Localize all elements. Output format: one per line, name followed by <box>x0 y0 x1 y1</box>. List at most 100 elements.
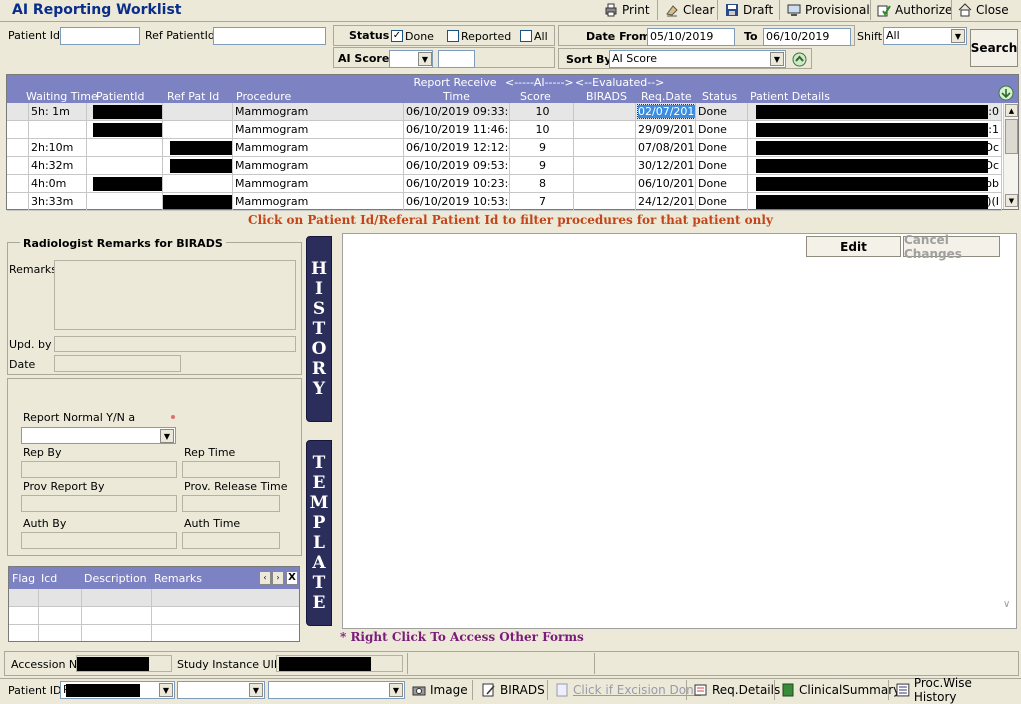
row-selector <box>7 121 29 139</box>
col-waiting-time[interactable]: Waiting Time <box>26 90 98 103</box>
sort-direction-icon[interactable] <box>792 52 807 67</box>
prov-report-by-field <box>21 495 177 512</box>
table-row[interactable]: 4h:0m Mammogram 06/10/2019 10:23:49 8 06/10/… <box>7 175 1002 193</box>
col-ref-pat-id[interactable]: Ref Pat Id <box>167 90 219 103</box>
tab-template[interactable]: TEMPLATE <box>306 440 332 626</box>
ai-score-input[interactable] <box>438 50 475 68</box>
cell-patient-details: S)(I <box>748 193 1002 211</box>
close-button[interactable]: Close <box>954 0 1013 20</box>
upd-by-label: Upd. by <box>9 338 52 351</box>
print-button[interactable]: Print <box>600 0 654 20</box>
chevron-down-icon[interactable]: ▼ <box>418 52 432 66</box>
close-icon[interactable]: X <box>286 571 298 585</box>
clinical-summary-label: ClinicalSummary <box>799 683 901 697</box>
cell-score-text: 10 <box>535 123 550 136</box>
cell-ref-pat-id[interactable] <box>163 121 233 139</box>
authorize-icon <box>877 5 891 17</box>
icd-row[interactable] <box>9 589 299 607</box>
image-button[interactable]: Image <box>408 680 472 700</box>
provisional-button[interactable]: Provisional <box>783 0 874 20</box>
date-from-input[interactable]: 05/10/2019 <box>647 28 735 46</box>
prev-icon[interactable]: ‹ <box>259 571 271 585</box>
chevron-down-icon[interactable]: ▼ <box>389 683 403 697</box>
cell-procedure-text: Mammogram <box>235 195 309 208</box>
scroll-up-icon[interactable]: ▲ <box>1005 104 1018 117</box>
cell-ref-pat-id[interactable] <box>163 175 233 193</box>
cell-ref-pat-id[interactable] <box>163 139 233 157</box>
row-selector <box>7 103 29 121</box>
proc-history-label: Proc.Wise History <box>913 676 972 704</box>
col-score[interactable]: Score <box>520 90 551 103</box>
cell-ref-pat-id[interactable] <box>163 103 233 121</box>
col-patient-details[interactable]: Patient Details <box>750 90 830 103</box>
status-reported-checkbox[interactable] <box>447 30 459 42</box>
cell-patient-id[interactable] <box>87 175 163 193</box>
col-birads[interactable]: BIRADS <box>586 90 627 103</box>
table-row[interactable]: 5h: 1m Mammogram 06/10/2019 09:33:16 10 02/0… <box>7 103 1002 121</box>
col-procedure[interactable]: Procedure <box>236 90 291 103</box>
date-label: Date <box>9 358 36 371</box>
req-details-button[interactable]: Req.Details <box>690 680 784 700</box>
cell-patient-id[interactable] <box>87 121 163 139</box>
excision-button[interactable]: Click if Excision Done <box>551 680 705 700</box>
cell-patient-id[interactable] <box>87 139 163 157</box>
authorize-button[interactable]: Authorize <box>873 0 956 20</box>
table-row[interactable]: Mammogram 06/10/2019 11:46:33 10 29/09/2019… <box>7 121 1002 139</box>
status-all-checkbox[interactable] <box>520 30 532 42</box>
required-marker <box>171 415 175 419</box>
col-status[interactable]: Status <box>702 90 737 103</box>
clinical-summary-button[interactable]: ClinicalSummary <box>777 680 904 700</box>
table-row[interactable]: 4h:32m Mammogram 06/10/2019 09:53:23 9 30/12… <box>7 157 1002 175</box>
date-to-input[interactable]: 06/10/2019 <box>763 28 851 46</box>
remarks-textarea[interactable] <box>54 260 296 330</box>
icd-row[interactable] <box>9 607 299 625</box>
draft-button[interactable]: Draft <box>721 0 777 20</box>
status-done-checkbox[interactable]: ✓ <box>391 30 403 42</box>
cell-patient-id[interactable] <box>87 193 163 211</box>
next-icon[interactable]: › <box>272 571 284 585</box>
clear-button[interactable]: Clear <box>661 0 718 20</box>
chevron-down-icon[interactable]: ▼ <box>249 683 263 697</box>
proc-history-button[interactable]: Proc.Wise History <box>892 676 1021 704</box>
cell-patient-details: Dc <box>748 157 1002 175</box>
cell-waiting-time-text: 5h: 1m <box>31 105 70 118</box>
cell-patient-id[interactable] <box>87 157 163 175</box>
footer-select-3[interactable] <box>268 681 405 699</box>
cell-procedure-text: Mammogram <box>235 141 309 154</box>
cell-patient-id[interactable] <box>87 103 163 121</box>
draft-label: Draft <box>743 3 774 17</box>
cell-ref-pat-id[interactable] <box>163 157 233 175</box>
chevron-down-icon[interactable]: ▼ <box>159 683 173 697</box>
col-req-date[interactable]: Req.Date <box>641 90 692 103</box>
birads-button[interactable]: BIRADS <box>478 680 549 700</box>
report-editor[interactable]: Edit Cancel Changes ∨ <box>342 233 1017 629</box>
col-patient-id[interactable]: PatientId <box>96 90 145 103</box>
grid-scrollbar[interactable]: ▲ ▼ <box>1003 103 1018 209</box>
cell-status-text: Done <box>698 123 727 136</box>
patient-id-input[interactable] <box>60 27 140 45</box>
chevron-down-icon[interactable]: ▼ <box>160 429 174 443</box>
scroll-thumb[interactable] <box>1005 119 1018 154</box>
chevron-down-icon[interactable]: ▼ <box>951 29 965 43</box>
chevron-down-icon[interactable]: ∨ <box>1003 599 1010 610</box>
cell-score: 9 <box>510 139 574 157</box>
tab-history[interactable]: HISTORY <box>306 236 332 422</box>
image-label: Image <box>430 683 468 697</box>
scroll-down-icon[interactable]: ▼ <box>1005 194 1018 207</box>
edit-button[interactable]: Edit <box>806 236 901 257</box>
cancel-changes-button[interactable]: Cancel Changes <box>903 233 1000 261</box>
report-normal-select[interactable] <box>21 427 176 444</box>
table-row[interactable]: 2h:10m Mammogram 06/10/2019 12:12:49 9 07/08… <box>7 139 1002 157</box>
refresh-icon[interactable] <box>998 85 1014 101</box>
cell-ref-pat-id[interactable] <box>163 193 233 211</box>
cell-birads <box>574 193 636 211</box>
search-button[interactable]: Search <box>970 29 1018 67</box>
ref-patient-id-input[interactable] <box>213 27 326 45</box>
cell-req-date-text: 02/07/2019 <box>636 104 695 119</box>
cell-patient-details: :1 <box>748 121 1002 139</box>
table-row[interactable]: 3h:33m Mammogram 06/10/2019 10:53:37 7 24/12… <box>7 193 1002 211</box>
col-time[interactable]: Time <box>443 90 470 103</box>
sort-by-select[interactable]: AI Score <box>609 50 786 68</box>
chevron-down-icon[interactable]: ▼ <box>770 52 784 66</box>
cell-status: Done <box>696 175 748 193</box>
